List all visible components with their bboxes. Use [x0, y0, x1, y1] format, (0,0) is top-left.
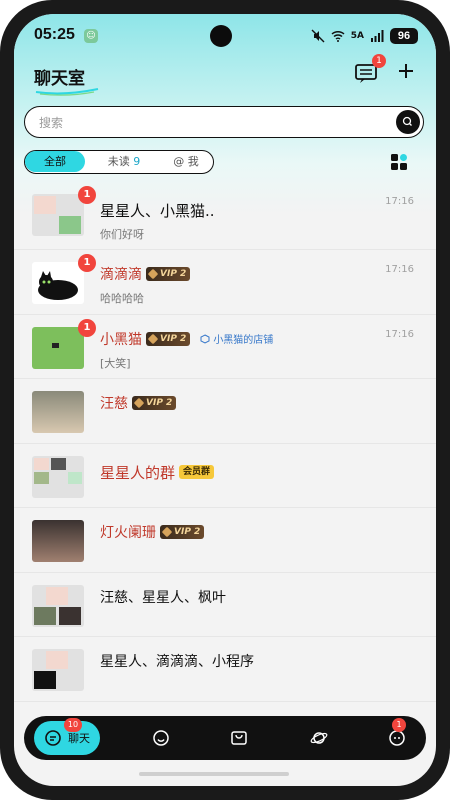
- user-avatar: [32, 520, 84, 562]
- cat-avatar: [32, 262, 84, 304]
- shop-icon: [200, 333, 210, 344]
- vip-badge: VIP 2: [132, 396, 177, 410]
- unread-badge: 1: [78, 186, 96, 204]
- chat-row[interactable]: 汪慈 VIP 2: [14, 379, 436, 444]
- tab-unread-count: 9: [133, 155, 141, 168]
- chat-preview: 你们好呀: [100, 228, 144, 241]
- network-type: 5A: [350, 31, 364, 41]
- shop-link[interactable]: 小黑猫的店铺: [200, 331, 273, 346]
- search-placeholder: 搜索: [39, 116, 64, 130]
- vip-badge: VIP 2: [160, 525, 205, 539]
- user-avatar: [32, 391, 84, 433]
- filter-tabs: 全部 未读 9 @ 我: [24, 150, 214, 174]
- search-button[interactable]: [396, 110, 420, 134]
- chat-bubble-icon: [45, 730, 61, 746]
- group-avatar: [32, 455, 84, 498]
- add-icon[interactable]: [396, 61, 416, 81]
- chat-name: 滴滴滴: [100, 267, 142, 283]
- planet-icon[interactable]: [310, 729, 328, 747]
- battery-indicator: 96: [390, 28, 418, 44]
- nav-chat-label: 聊天: [68, 732, 90, 745]
- chat-name: 灯火阑珊: [100, 525, 156, 541]
- mute-icon: [311, 29, 325, 43]
- group-avatar: [32, 649, 84, 691]
- bottom-nav: 聊天: [24, 716, 426, 760]
- nav-chat-badge: 10: [64, 718, 82, 732]
- chat-time: 17:16: [385, 264, 414, 275]
- grass-avatar: [32, 326, 84, 369]
- message-notice-badge: 1: [372, 54, 386, 68]
- shop-link-label: 小黑猫的店铺: [213, 335, 274, 346]
- chat-row[interactable]: 1 星星人、小黑猫.. 你们好呀 17:16: [14, 182, 436, 250]
- search-icon: [402, 116, 412, 126]
- unread-badge: 1: [78, 254, 96, 272]
- wifi-icon: [331, 30, 345, 42]
- tab-at-me[interactable]: @ 我: [161, 151, 211, 172]
- chat-preview: [大笑]: [100, 356, 131, 370]
- chat-name: 汪慈: [100, 396, 128, 412]
- chat-name-row: 滴滴滴 VIP 2: [100, 264, 191, 284]
- status-icons: 5A 96: [311, 27, 418, 45]
- signal-icon: [371, 30, 384, 42]
- chat-row[interactable]: 1 滴滴滴 VIP 2 哈哈哈哈 17:16: [14, 250, 436, 315]
- grid-view-icon[interactable]: [390, 153, 408, 171]
- chat-row[interactable]: 星星人的群 会员群: [14, 444, 436, 508]
- chat-name: 星星人的群: [100, 463, 176, 482]
- chat-time: 17:16: [385, 196, 414, 207]
- chat-list: 1 星星人、小黑猫.. 你们好呀 17:16 1 滴滴滴 VIP 2 哈哈哈哈 1…: [14, 182, 436, 702]
- unread-badge: 1: [78, 318, 96, 337]
- screen: 05:25 ☺ 5A 96 聊天室 1 搜索 全部 未读 9 @ 我 1 星星人…: [14, 14, 436, 786]
- phone-frame: 05:25 ☺ 5A 96 聊天室 1 搜索 全部 未读 9 @ 我 1 星星人…: [0, 0, 450, 800]
- group-avatar: [32, 194, 84, 236]
- front-camera: [210, 25, 232, 47]
- chat-time: 17:16: [385, 328, 414, 340]
- nav-profile-badge: 1: [392, 718, 406, 732]
- title-underline-decoration: [35, 88, 99, 96]
- group-avatar: [32, 584, 84, 627]
- smile-icon[interactable]: [152, 729, 170, 747]
- tab-all[interactable]: 全部: [25, 151, 85, 172]
- home-indicator[interactable]: [139, 772, 289, 776]
- chat-name-row: 星星人的群 会员群: [100, 462, 215, 483]
- vip-badge: VIP 2: [146, 267, 191, 281]
- chat-name: 星星人、小黑猫..: [100, 202, 215, 220]
- chat-row[interactable]: 1 小黑猫 VIP 2 小黑猫的店铺 [大笑] 17:16: [14, 315, 436, 379]
- chat-name-row: 小黑猫 VIP 2 小黑猫的店铺: [100, 329, 273, 349]
- shopping-bag-icon[interactable]: [230, 729, 248, 747]
- chat-preview: 哈哈哈哈: [100, 292, 144, 305]
- chat-name: 小黑猫: [100, 331, 142, 348]
- tab-unread[interactable]: 未读 9: [89, 151, 159, 172]
- chat-name-row: 汪慈 VIP 2: [100, 393, 177, 413]
- app-notification-icon: ☺: [84, 29, 98, 43]
- chat-row[interactable]: 灯火阑珊 VIP 2: [14, 508, 436, 573]
- status-time: 05:25: [34, 26, 75, 43]
- chat-name-row: 灯火阑珊 VIP 2: [100, 522, 205, 542]
- status-bar: 05:25 ☺ 5A 96: [14, 24, 436, 48]
- tab-unread-label: 未读: [107, 155, 130, 168]
- black-cat-image: [38, 271, 78, 300]
- search-input[interactable]: 搜索: [24, 106, 424, 138]
- chat-name: 汪慈、星星人、枫叶: [100, 589, 226, 606]
- member-group-badge: 会员群: [179, 465, 215, 479]
- vip-badge: VIP 2: [146, 331, 191, 346]
- chat-name: 星星人、滴滴滴、小程序: [100, 654, 254, 670]
- chat-row[interactable]: 汪慈、星星人、枫叶: [14, 573, 436, 637]
- chat-row[interactable]: 星星人、滴滴滴、小程序: [14, 637, 436, 702]
